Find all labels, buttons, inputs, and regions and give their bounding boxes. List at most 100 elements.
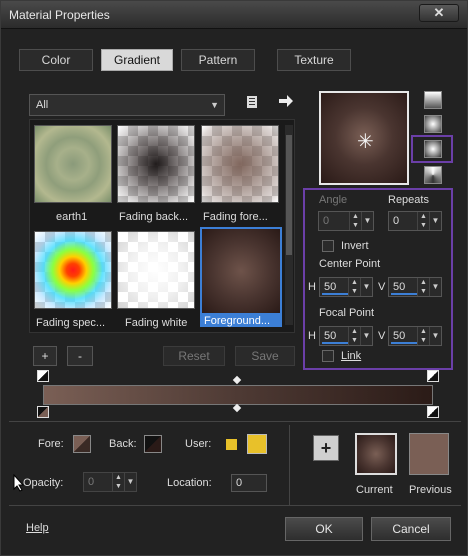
bottom-stop-left[interactable] (37, 406, 49, 418)
invert-label: Invert (341, 240, 369, 252)
center-h-spinner[interactable]: 50 ▲ ▼ ▼ (319, 277, 373, 297)
repeats-spinner[interactable]: 0 ▲ ▼ ▼ (388, 211, 442, 231)
gradient-editor-bar[interactable] (43, 385, 433, 405)
user-swatch-large[interactable] (247, 434, 267, 454)
remove-gradient-button[interactable]: - (67, 346, 93, 366)
angle-spinner[interactable]: 0 ▲ ▼ ▼ (318, 211, 374, 231)
fore-label: Fore: (38, 438, 64, 450)
center-h-value: 50 (324, 281, 337, 293)
link-label: Link (341, 350, 362, 362)
gradient-thumb-earth1[interactable] (34, 125, 112, 203)
user-swatch-small[interactable] (225, 438, 238, 451)
reset-button[interactable]: Reset (163, 346, 225, 366)
gradient-thumb-fading-white[interactable] (117, 231, 195, 309)
center-h-label: H (308, 281, 316, 293)
library-scrollbar[interactable] (285, 125, 293, 325)
title-bar: Material Properties ✕ (1, 1, 467, 29)
sunburst-style-icon[interactable] (424, 166, 442, 184)
arrow-right-icon[interactable] (278, 94, 294, 111)
center-v-slider[interactable] (391, 293, 417, 295)
thumb-label: Fading fore... (203, 211, 268, 223)
rectangular-style-icon[interactable] (424, 115, 442, 133)
spin-arrows-icon[interactable]: ▲ ▼ (349, 212, 361, 230)
dropdown-value: All (36, 99, 49, 111)
location-input[interactable]: 0 (231, 474, 267, 492)
center-v-spinner[interactable]: 50 ▲ ▼ ▼ (388, 277, 442, 297)
focal-v-value: 50 (393, 330, 406, 342)
add-to-swatches-button[interactable]: + (313, 435, 339, 461)
library-icon[interactable] (245, 95, 259, 112)
divider (9, 421, 461, 422)
previous-material-swatch[interactable] (409, 433, 449, 475)
current-material-swatch[interactable] (355, 433, 397, 475)
link-checkbox[interactable] (322, 350, 334, 362)
user-label: User: (185, 438, 212, 450)
spin-arrows-icon[interactable]: ▲ ▼ (417, 278, 429, 296)
thumb-label: Fading back... (119, 211, 189, 223)
focal-v-spinner[interactable]: 50 ▲ ▼ ▼ (388, 326, 442, 346)
focal-h-spinner[interactable]: 50 ▲ ▼ ▼ (319, 326, 373, 346)
chevron-down-icon[interactable]: ▼ (124, 473, 136, 491)
tab-texture[interactable]: Texture (277, 49, 351, 71)
chevron-down-icon[interactable]: ▼ (361, 212, 373, 230)
gradient-thumb-fading-back[interactable] (117, 125, 195, 203)
help-link[interactable]: Help (26, 522, 49, 534)
bottom-midpoint-marker[interactable] (232, 403, 242, 413)
repeats-value: 0 (393, 215, 400, 227)
focal-point-label: Focal Point (319, 307, 375, 319)
bottom-stop-right[interactable] (427, 406, 439, 418)
scrollbar-thumb[interactable] (286, 135, 292, 255)
opacity-value: 0 (88, 476, 95, 488)
chevron-down-icon[interactable]: ▼ (429, 278, 441, 296)
back-swatch[interactable] (144, 435, 162, 453)
gradient-category-dropdown[interactable]: All ▼ (29, 94, 225, 116)
focal-h-slider[interactable] (322, 342, 348, 344)
vertical-divider (289, 425, 290, 505)
center-v-label: V (378, 281, 386, 293)
tab-color[interactable]: Color (19, 49, 93, 71)
previous-label: Previous (409, 484, 452, 496)
cancel-button[interactable]: Cancel (371, 517, 451, 541)
gradient-thumb-fading-fore[interactable] (201, 125, 279, 203)
opacity-spinner[interactable]: 0 ▲ ▼ ▼ (83, 472, 137, 492)
chevron-down-icon[interactable]: ▼ (429, 212, 441, 230)
center-point-icon: ✳ (357, 131, 374, 153)
top-stop-left[interactable] (37, 370, 49, 382)
spin-arrows-icon[interactable]: ▲ ▼ (417, 327, 429, 345)
fore-swatch[interactable] (73, 435, 91, 453)
linear-style-icon[interactable] (424, 91, 442, 109)
spin-arrows-icon[interactable]: ▲ ▼ (112, 473, 124, 491)
gradient-thumb-foreground-selected[interactable] (200, 227, 282, 315)
focal-h-value: 50 (324, 330, 337, 342)
invert-checkbox[interactable] (322, 240, 334, 252)
opacity-label: Opacity: (23, 477, 64, 489)
center-h-slider[interactable] (322, 293, 348, 295)
angle-label: Angle (319, 194, 348, 206)
ok-button[interactable]: OK (285, 517, 363, 541)
chevron-down-icon[interactable]: ▼ (429, 327, 441, 345)
spin-arrows-icon[interactable]: ▲ ▼ (417, 212, 429, 230)
add-gradient-button[interactable]: + (33, 346, 57, 366)
close-button[interactable]: ✕ (419, 4, 459, 22)
chevron-down-icon[interactable]: ▼ (360, 278, 372, 296)
window-title: Material Properties (9, 8, 110, 22)
tab-pattern[interactable]: Pattern (181, 49, 255, 71)
focal-v-label: V (378, 330, 386, 342)
spin-arrows-icon[interactable]: ▲ ▼ (348, 327, 360, 345)
top-midpoint-marker[interactable] (232, 375, 242, 385)
focal-h-label: H (308, 330, 316, 342)
focal-v-slider[interactable] (391, 342, 417, 344)
save-button[interactable]: Save (235, 346, 295, 366)
tab-gradient[interactable]: Gradient (101, 49, 173, 71)
chevron-down-icon[interactable]: ▼ (360, 327, 372, 345)
gradient-preview[interactable]: ✳ (319, 91, 409, 185)
back-label: Back: (109, 438, 137, 450)
top-stop-right[interactable] (427, 370, 439, 382)
material-properties-dialog: Material Properties ✕ Color Gradient Pat… (0, 0, 468, 556)
spin-arrows-icon[interactable]: ▲ ▼ (348, 278, 360, 296)
radial-style-icon[interactable] (424, 140, 442, 158)
current-label: Current (356, 484, 393, 496)
chevron-down-icon: ▼ (210, 100, 219, 110)
gradient-thumb-fading-spectrum[interactable] (34, 231, 112, 309)
thumb-label: Fading spec... (36, 317, 106, 329)
